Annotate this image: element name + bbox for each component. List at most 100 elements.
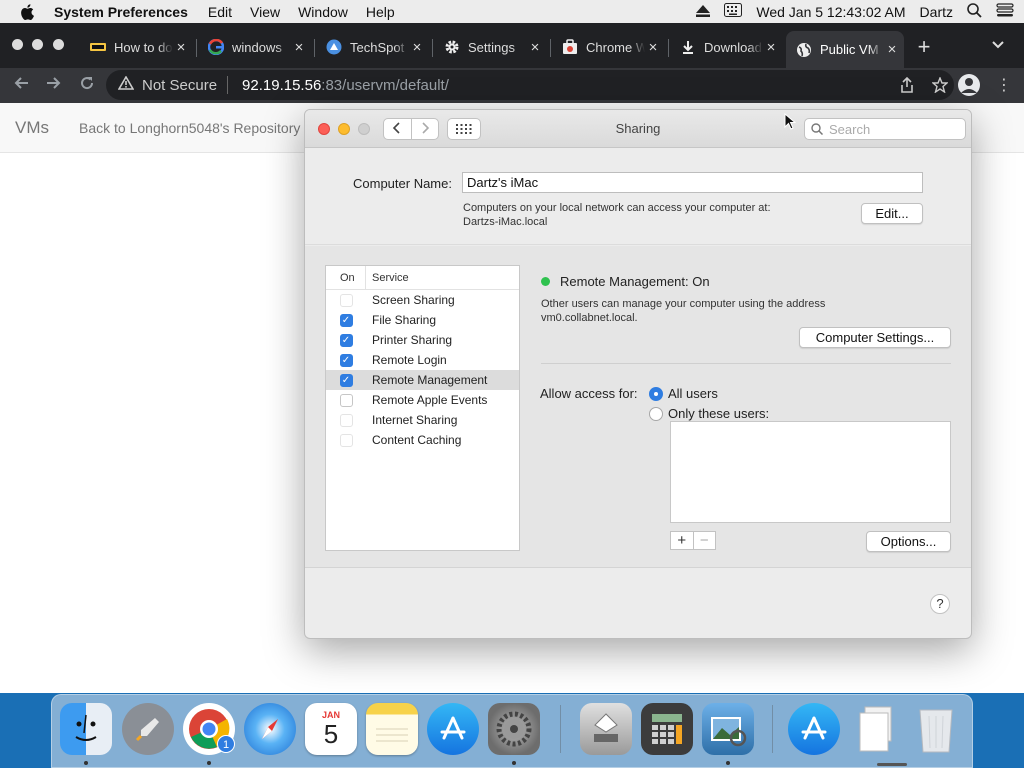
menu-help[interactable]: Help — [366, 4, 395, 20]
menu-view[interactable]: View — [250, 4, 280, 20]
service-name: Remote Management — [372, 373, 488, 387]
tab-close-icon[interactable]: × — [884, 41, 900, 58]
calendar-icon[interactable]: JAN 5 — [305, 703, 357, 755]
profile-avatar-icon[interactable] — [958, 74, 980, 96]
app-store-icon[interactable] — [427, 703, 479, 755]
radio-all-users[interactable]: All users — [649, 386, 718, 401]
menu-edit[interactable]: Edit — [208, 4, 232, 20]
not-secure-label[interactable]: Not Secure — [142, 77, 217, 94]
new-tab-button[interactable]: + — [912, 36, 936, 60]
tab-close-icon[interactable]: × — [409, 39, 425, 56]
chrome-icon[interactable]: 1 — [183, 703, 235, 755]
service-row-content-caching[interactable]: Content Caching — [326, 430, 519, 450]
service-checkbox[interactable] — [339, 393, 353, 407]
computer-name-input[interactable]: Dartz's iMac — [462, 172, 923, 193]
service-row-file-sharing[interactable]: ✓ File Sharing — [326, 310, 519, 330]
warning-icon[interactable] — [117, 75, 135, 94]
launchpad-icon[interactable] — [122, 703, 174, 755]
tab-close-icon[interactable]: × — [763, 39, 779, 56]
site-brand[interactable]: VMs — [15, 118, 49, 138]
tab-downloads[interactable]: Downloads × — [670, 35, 783, 59]
service-row-printer-sharing[interactable]: ✓ Printer Sharing — [326, 330, 519, 350]
forward-icon[interactable] — [43, 74, 65, 96]
tab-public-vm[interactable]: Public VM × — [786, 31, 904, 68]
system-preferences-icon[interactable] — [488, 703, 540, 755]
status-dot — [541, 277, 550, 286]
service-checkbox[interactable]: ✓ — [339, 313, 353, 327]
chrome-badge: 1 — [217, 735, 235, 753]
calculator-icon[interactable] — [641, 703, 693, 755]
tab-settings[interactable]: Settings × — [434, 35, 547, 59]
service-checkbox[interactable] — [339, 413, 353, 427]
tab-webstore[interactable]: Chrome Web × — [552, 35, 665, 59]
help-button[interactable]: ? — [930, 594, 950, 614]
tab-windows[interactable]: windows × — [198, 35, 311, 59]
computer-settings-button[interactable]: Computer Settings... — [799, 327, 951, 348]
edit-button[interactable]: Edit... — [861, 203, 923, 224]
column-header-on[interactable]: On — [326, 266, 366, 289]
tab-search-icon[interactable] — [992, 38, 1004, 52]
download-icon — [680, 39, 696, 55]
share-icon[interactable] — [900, 76, 914, 97]
tab-close-icon[interactable]: × — [291, 39, 307, 56]
service-checkbox[interactable]: ✓ — [339, 373, 353, 387]
service-row-remote-management[interactable]: ✓ Remote Management — [326, 370, 519, 390]
browser-toolbar: Not Secure 92.19.15.56 :83/uservm/defaul… — [0, 68, 1024, 103]
service-checkbox[interactable] — [339, 293, 353, 307]
service-row-remote-login[interactable]: ✓ Remote Login — [326, 350, 519, 370]
control-center-icon[interactable] — [996, 3, 1014, 20]
services-header: On Service — [326, 266, 519, 290]
browser-window: How to do × windows × TechSpot × Setting… — [0, 23, 1024, 103]
options-button[interactable]: Options... — [866, 531, 951, 552]
tab-close-icon[interactable]: × — [527, 39, 543, 56]
service-row-internet-sharing[interactable]: Internet Sharing — [326, 410, 519, 430]
eject-icon[interactable] — [696, 4, 711, 20]
tab-close-icon[interactable]: × — [173, 39, 189, 56]
tab-techspot[interactable]: TechSpot × — [316, 35, 429, 59]
documents-stack-icon[interactable] — [849, 703, 901, 755]
add-user-button[interactable]: + — [671, 532, 693, 549]
service-row-screen-sharing[interactable]: Screen Sharing — [326, 290, 519, 310]
input-source-icon[interactable] — [724, 3, 743, 20]
radio-only-these-users[interactable]: Only these users: — [649, 406, 769, 421]
browser-menu-icon[interactable]: ⋮ — [996, 75, 1012, 95]
boot-camp-assistant-icon[interactable] — [580, 703, 632, 755]
service-row-remote-apple-events[interactable]: Remote Apple Events — [326, 390, 519, 410]
safari-icon[interactable] — [244, 703, 296, 755]
spotlight-icon[interactable] — [967, 2, 982, 21]
notes-icon[interactable] — [366, 703, 418, 755]
menubar-user[interactable]: Dartz — [920, 4, 953, 20]
service-checkbox[interactable]: ✓ — [339, 333, 353, 347]
status-text: Remote Management: On — [560, 274, 710, 289]
tab-close-icon[interactable]: × — [645, 39, 661, 56]
back-to-repository-link[interactable]: Back to Longhorn5048's Repository — [79, 120, 300, 136]
bookmark-star-icon[interactable] — [931, 76, 949, 97]
calendar-day: 5 — [323, 719, 339, 749]
menubar-clock[interactable]: Wed Jan 5 12:43:02 AM — [756, 4, 905, 20]
preview-icon[interactable] — [702, 703, 754, 755]
google-icon — [208, 39, 224, 55]
service-name: Remote Login — [372, 353, 447, 367]
service-checkbox[interactable]: ✓ — [339, 353, 353, 367]
finder-icon[interactable] — [60, 703, 112, 755]
app-store-downloads-icon[interactable] — [788, 703, 840, 755]
browser-close-button[interactable] — [12, 39, 23, 50]
address-bar[interactable]: Not Secure 92.19.15.56 :83/uservm/defaul… — [106, 70, 954, 100]
column-header-service[interactable]: Service — [366, 272, 409, 284]
apple-menu-icon[interactable] — [0, 3, 54, 20]
tab-how-to[interactable]: How to do × — [80, 35, 193, 59]
status-indicator: Remote Management: On — [541, 274, 710, 289]
browser-minimize-button[interactable] — [32, 39, 43, 50]
back-icon[interactable] — [10, 74, 32, 96]
users-list[interactable] — [670, 421, 951, 523]
browser-zoom-button[interactable] — [53, 39, 64, 50]
search-field[interactable]: Search — [804, 118, 966, 140]
trash-icon[interactable] — [910, 703, 962, 755]
menu-window[interactable]: Window — [298, 4, 348, 20]
techspot-icon — [326, 39, 342, 55]
app-name[interactable]: System Preferences — [54, 4, 188, 20]
service-checkbox[interactable] — [339, 433, 353, 447]
reload-icon[interactable] — [76, 74, 98, 96]
remove-user-button[interactable]: − — [692, 532, 716, 549]
service-name: Content Caching — [372, 433, 462, 447]
